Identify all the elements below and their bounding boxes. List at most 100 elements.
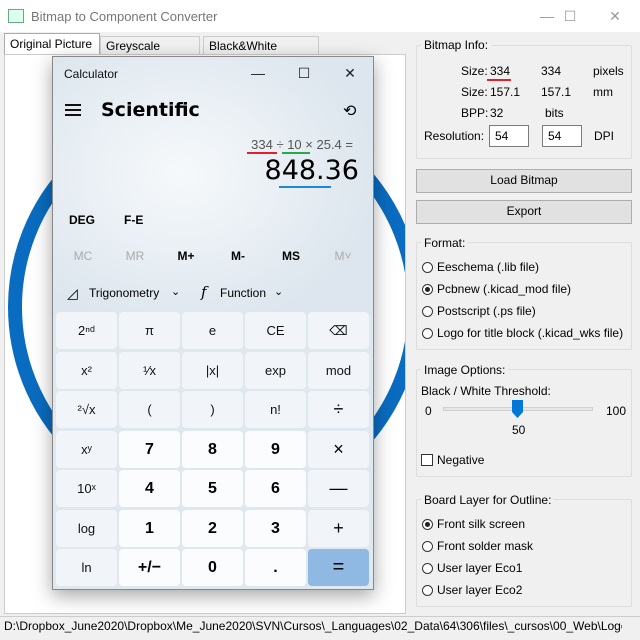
negate-button[interactable]: +/− bbox=[119, 549, 180, 586]
digit-0-button[interactable]: 0 bbox=[182, 549, 243, 586]
radio-icon[interactable] bbox=[422, 541, 433, 552]
size-mm-width: 157.1 bbox=[490, 85, 521, 99]
ms-button[interactable]: MS bbox=[265, 249, 317, 263]
calc-maximize-button[interactable]: ☐ bbox=[281, 57, 327, 89]
resolution-label: Resolution: bbox=[424, 129, 485, 143]
size-px-unit: pixels bbox=[593, 64, 624, 78]
format-title: Format: bbox=[421, 236, 469, 250]
format-option-label: Eeschema (.lib file) bbox=[437, 260, 540, 274]
function-dropdown[interactable]: Function bbox=[220, 286, 266, 300]
threshold-value: 50 bbox=[512, 423, 526, 437]
negative-checkbox[interactable] bbox=[421, 454, 433, 466]
status-path: D:\Dropbox_June2020\Dropbox\Me_June2020\… bbox=[4, 619, 622, 633]
size-label: Size: bbox=[461, 64, 488, 78]
format-option-label: Pcbnew (.kicad_mod file) bbox=[437, 282, 572, 296]
calc-minimize-button[interactable]: — bbox=[235, 57, 281, 89]
reciprocal-button[interactable]: ¹⁄x bbox=[119, 351, 180, 389]
memory-list-button[interactable]: M˅ bbox=[317, 249, 369, 263]
function-icon: f bbox=[201, 283, 207, 301]
e-button[interactable]: e bbox=[182, 312, 243, 349]
digit-7-button[interactable]: 7 bbox=[119, 430, 180, 468]
m-minus-button[interactable]: M- bbox=[212, 249, 264, 263]
decimal-button[interactable]: . bbox=[245, 549, 306, 586]
multiply-button[interactable]: × bbox=[308, 430, 369, 468]
backspace-button[interactable]: ⌫ bbox=[308, 312, 369, 349]
second-button[interactable]: 2ⁿᵈ bbox=[56, 312, 117, 349]
threshold-min: 0 bbox=[425, 404, 432, 418]
layer-option-label: User layer Eco2 bbox=[437, 583, 523, 597]
mod-button[interactable]: mod bbox=[308, 351, 369, 389]
calc-close-button[interactable]: ✕ bbox=[327, 57, 373, 89]
hamburger-menu-icon[interactable] bbox=[65, 103, 81, 117]
red-underline-marker bbox=[487, 79, 511, 81]
green-underline-marker bbox=[282, 152, 310, 154]
digit-2-button[interactable]: 2 bbox=[182, 509, 243, 547]
radio-icon[interactable] bbox=[422, 262, 433, 273]
abs-button[interactable]: |x| bbox=[182, 351, 243, 389]
size-mm-label: Size: bbox=[461, 85, 488, 99]
square-button[interactable]: x² bbox=[56, 351, 117, 389]
factorial-button[interactable]: n! bbox=[245, 391, 306, 428]
history-icon[interactable]: ⟲ bbox=[343, 101, 356, 121]
pi-button[interactable]: π bbox=[119, 312, 180, 349]
resolution-y-input[interactable]: 54 bbox=[542, 125, 582, 147]
tab-greyscale-picture[interactable]: Greyscale Picture bbox=[100, 36, 200, 71]
trigonometry-icon: ◿ bbox=[67, 285, 78, 301]
minus-button[interactable]: — bbox=[308, 470, 369, 507]
bpp-unit: bits bbox=[545, 106, 564, 120]
open-paren-button[interactable]: ( bbox=[119, 391, 180, 428]
tab-original-picture[interactable]: Original Picture bbox=[4, 33, 100, 54]
close-button[interactable]: ✕ bbox=[592, 0, 638, 32]
digit-6-button[interactable]: 6 bbox=[245, 470, 306, 507]
chevron-down-icon: ⌄ bbox=[274, 286, 284, 298]
digit-9-button[interactable]: 9 bbox=[245, 430, 306, 468]
radio-icon[interactable] bbox=[422, 328, 433, 339]
size-mm-height: 157.1 bbox=[541, 85, 572, 99]
plus-button[interactable]: + bbox=[308, 509, 369, 547]
mr-button[interactable]: MR bbox=[109, 249, 161, 263]
bpp-label: BPP: bbox=[461, 106, 489, 120]
close-paren-button[interactable]: ) bbox=[182, 391, 243, 428]
export-button[interactable]: Export bbox=[416, 200, 632, 224]
size-mm-unit: mm bbox=[593, 85, 613, 99]
deg-button[interactable]: DEG bbox=[69, 213, 95, 227]
digit-4-button[interactable]: 4 bbox=[119, 470, 180, 507]
ten-power-button[interactable]: 10ˣ bbox=[56, 470, 117, 507]
calculator-window[interactable]: Calculator — ☐ ✕ Scientific ⟲ 334 ÷ 10 ×… bbox=[52, 56, 374, 590]
divide-button[interactable]: ÷ bbox=[308, 391, 369, 428]
mc-button[interactable]: MC bbox=[57, 249, 109, 263]
radio-icon[interactable] bbox=[422, 585, 433, 596]
digit-5-button[interactable]: 5 bbox=[182, 470, 243, 507]
radio-selected-icon[interactable] bbox=[422, 284, 433, 295]
equals-button[interactable]: = bbox=[308, 549, 369, 586]
layer-option-label: User layer Eco1 bbox=[437, 561, 523, 575]
blue-underline-marker bbox=[279, 186, 331, 188]
power-button[interactable]: xʸ bbox=[56, 430, 117, 468]
load-bitmap-button[interactable]: Load Bitmap bbox=[416, 169, 632, 193]
m-plus-button[interactable]: M+ bbox=[160, 249, 212, 263]
maximize-button[interactable]: ☐ bbox=[547, 0, 593, 32]
digit-8-button[interactable]: 8 bbox=[182, 430, 243, 468]
ce-button[interactable]: CE bbox=[245, 312, 306, 349]
trigonometry-dropdown[interactable]: Trigonometry bbox=[89, 286, 159, 300]
calculator-title: Calculator bbox=[64, 67, 119, 81]
size-px-width: 334 bbox=[490, 64, 511, 78]
exp-button[interactable]: exp bbox=[245, 351, 306, 389]
fe-button[interactable]: F-E bbox=[124, 213, 143, 227]
resolution-x-input[interactable]: 54 bbox=[489, 125, 529, 147]
calc-expression: 334 ÷ 10 × 25.4 = bbox=[251, 137, 353, 152]
bpp-value: 32 bbox=[490, 106, 504, 120]
ln-button[interactable]: ln bbox=[56, 549, 117, 586]
radio-selected-icon[interactable] bbox=[422, 519, 433, 530]
sqrt-button[interactable]: ²√x bbox=[56, 391, 117, 428]
calculator-mode-title: Scientific bbox=[101, 99, 200, 121]
log-button[interactable]: log bbox=[56, 509, 117, 547]
layer-option-label: Front solder mask bbox=[437, 539, 534, 553]
board-layer-title: Board Layer for Outline: bbox=[421, 493, 555, 507]
threshold-slider-thumb[interactable] bbox=[512, 400, 523, 418]
tab-bw-picture[interactable]: Black&White Picture bbox=[203, 36, 319, 71]
digit-1-button[interactable]: 1 bbox=[119, 509, 180, 547]
digit-3-button[interactable]: 3 bbox=[245, 509, 306, 547]
radio-icon[interactable] bbox=[422, 563, 433, 574]
radio-icon[interactable] bbox=[422, 306, 433, 317]
